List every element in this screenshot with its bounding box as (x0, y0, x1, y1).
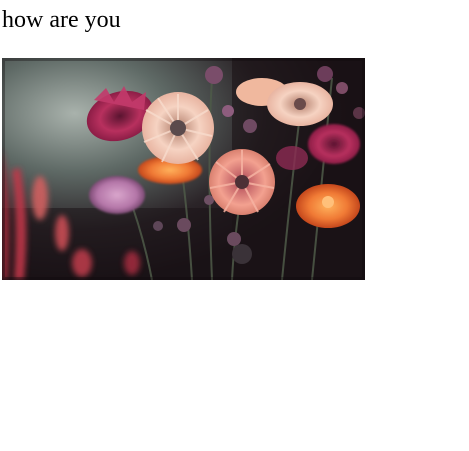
page-heading: how are you (2, 7, 121, 33)
flower-photo (2, 58, 365, 280)
